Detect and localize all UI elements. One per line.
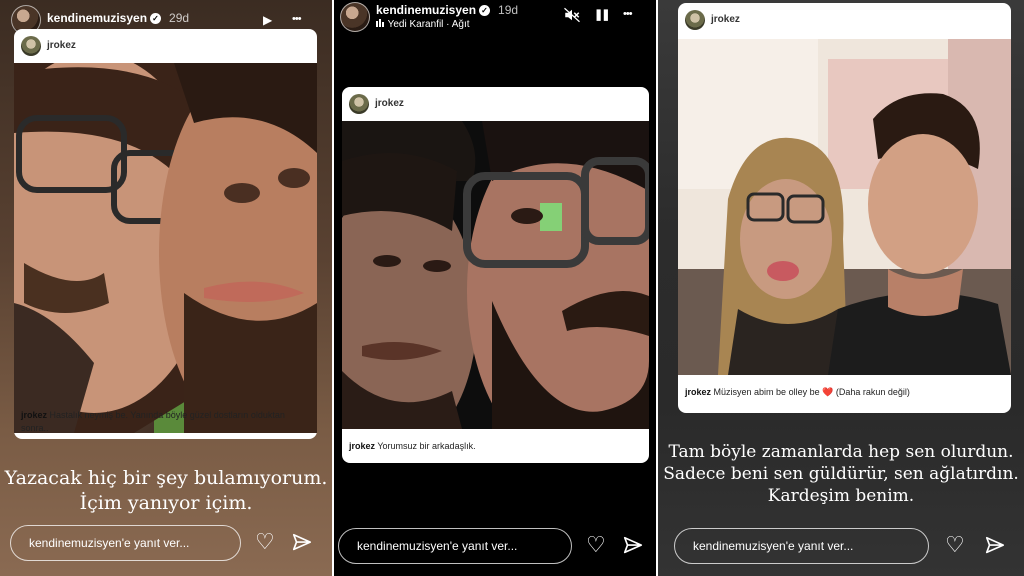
song-separator: ·: [446, 19, 450, 30]
story-overlay-text: Tam böyle zamanlarda hep sen olurdun. Sa…: [658, 441, 1024, 507]
caption-text: Hastalık neymiş be. Yanında böyle güzel …: [21, 410, 285, 433]
username[interactable]: kendinemuzisyen ✓ 29d: [47, 11, 189, 25]
share-send-icon[interactable]: [622, 535, 644, 557]
shared-post-card[interactable]: jrokez jrokez Yorumsuz bir arkadaşlık.: [342, 87, 649, 463]
shared-post-card[interactable]: jrokez jrokez Müzisyen abim be olley be …: [678, 3, 1011, 413]
reply-input[interactable]: kendinemuzisyen'e yanıt ver...: [674, 528, 929, 564]
photo-illustration: [342, 121, 649, 429]
overlay-line: Tam böyle zamanlarda hep sen olurdun.: [668, 442, 1014, 462]
username-text[interactable]: kendinemuzisyen: [376, 3, 476, 17]
caption-user: jrokez: [685, 387, 712, 397]
overlay-line: İçim yanıyor içim.: [79, 492, 253, 514]
verified-badge-icon: ✓: [479, 5, 491, 16]
song-artist: Ağıt: [451, 19, 470, 30]
music-info[interactable]: Yedi Karanfil · Ağıt: [376, 19, 470, 30]
username-text[interactable]: kendinemuzisyen: [47, 11, 147, 25]
like-heart-icon[interactable]: ♡: [586, 534, 606, 556]
photo-illustration: [14, 63, 317, 433]
post-photo: [14, 63, 317, 433]
caption-user: jrokez: [349, 441, 376, 451]
user-avatar[interactable]: [340, 2, 370, 32]
story-time: 29d: [169, 11, 190, 25]
story-panel-3[interactable]: jrokez jrokez Müzisyen abim be olley be …: [658, 0, 1024, 576]
photo-illustration: [678, 39, 1011, 375]
overlay-line: Sadece beni sen güldürür, sen ağlatırdın…: [663, 464, 1019, 484]
shared-post-card[interactable]: jrokez jrokez Hastalık neymiş be. Yanınd…: [14, 29, 317, 439]
music-bars-icon: [376, 19, 385, 30]
more-options-icon[interactable]: •••: [292, 12, 302, 26]
heart-emoji-icon: ❤️: [822, 387, 834, 397]
overlay-line: Yazacak hiç bir şey bulamıyorum.: [4, 467, 328, 489]
story-overlay-text: Yazacak hiç bir şey bulamıyorum. İçim ya…: [0, 466, 332, 516]
caption-text: Yorumsuz bir arkadaşlık.: [377, 441, 476, 451]
card-author: jrokez: [711, 14, 740, 25]
post-caption: jrokez Hastalık neymiş be. Yanında böyle…: [21, 409, 310, 435]
username[interactable]: kendinemuzisyen ✓ 19d: [376, 3, 518, 17]
story-header: kendinemuzisyen ✓ 19d Yedi Karanfil · Ağıt…: [334, 0, 656, 40]
caption-parenthetical: (Daha rakun değil): [835, 387, 910, 397]
mute-speaker-icon[interactable]: [563, 6, 581, 24]
more-options-icon[interactable]: •••: [623, 7, 633, 21]
card-header: jrokez: [14, 29, 317, 63]
post-photo: [678, 39, 1011, 375]
post-caption: jrokez Müzisyen abim be olley be ❤️ (Dah…: [685, 386, 1004, 399]
card-author: jrokez: [47, 40, 76, 51]
reply-input[interactable]: kendinemuzisyen'e yanıt ver...: [338, 528, 572, 564]
share-send-icon[interactable]: [291, 532, 313, 554]
play-icon[interactable]: ▶: [263, 13, 272, 27]
card-author-avatar: [685, 10, 705, 30]
reply-input[interactable]: kendinemuzisyen'e yanıt ver...: [10, 525, 241, 561]
caption-text: Müzisyen abim be olley be: [713, 387, 820, 397]
story-panel-2[interactable]: kendinemuzisyen ✓ 19d Yedi Karanfil · Ağıt…: [334, 0, 656, 576]
overlay-line: Kardeşim benim.: [767, 486, 915, 506]
verified-badge-icon: ✓: [150, 13, 162, 24]
card-author-avatar: [349, 94, 369, 114]
story-time: 19d: [498, 3, 519, 17]
story-panel-1[interactable]: kendinemuzisyen ✓ 29d ▶ ••• jrokez jroke…: [0, 0, 332, 576]
like-heart-icon[interactable]: ♡: [945, 534, 965, 556]
post-photo: [342, 121, 649, 429]
card-header: jrokez: [342, 87, 649, 121]
card-author-avatar: [21, 36, 41, 56]
share-send-icon[interactable]: [984, 535, 1006, 557]
card-author: jrokez: [375, 98, 404, 109]
pause-icon[interactable]: ❚❚: [594, 8, 611, 22]
song-title: Yedi Karanfil: [387, 19, 444, 30]
caption-user: jrokez: [21, 410, 48, 420]
post-caption: jrokez Yorumsuz bir arkadaşlık.: [349, 440, 642, 453]
like-heart-icon[interactable]: ♡: [255, 531, 275, 553]
card-header: jrokez: [678, 3, 1011, 37]
